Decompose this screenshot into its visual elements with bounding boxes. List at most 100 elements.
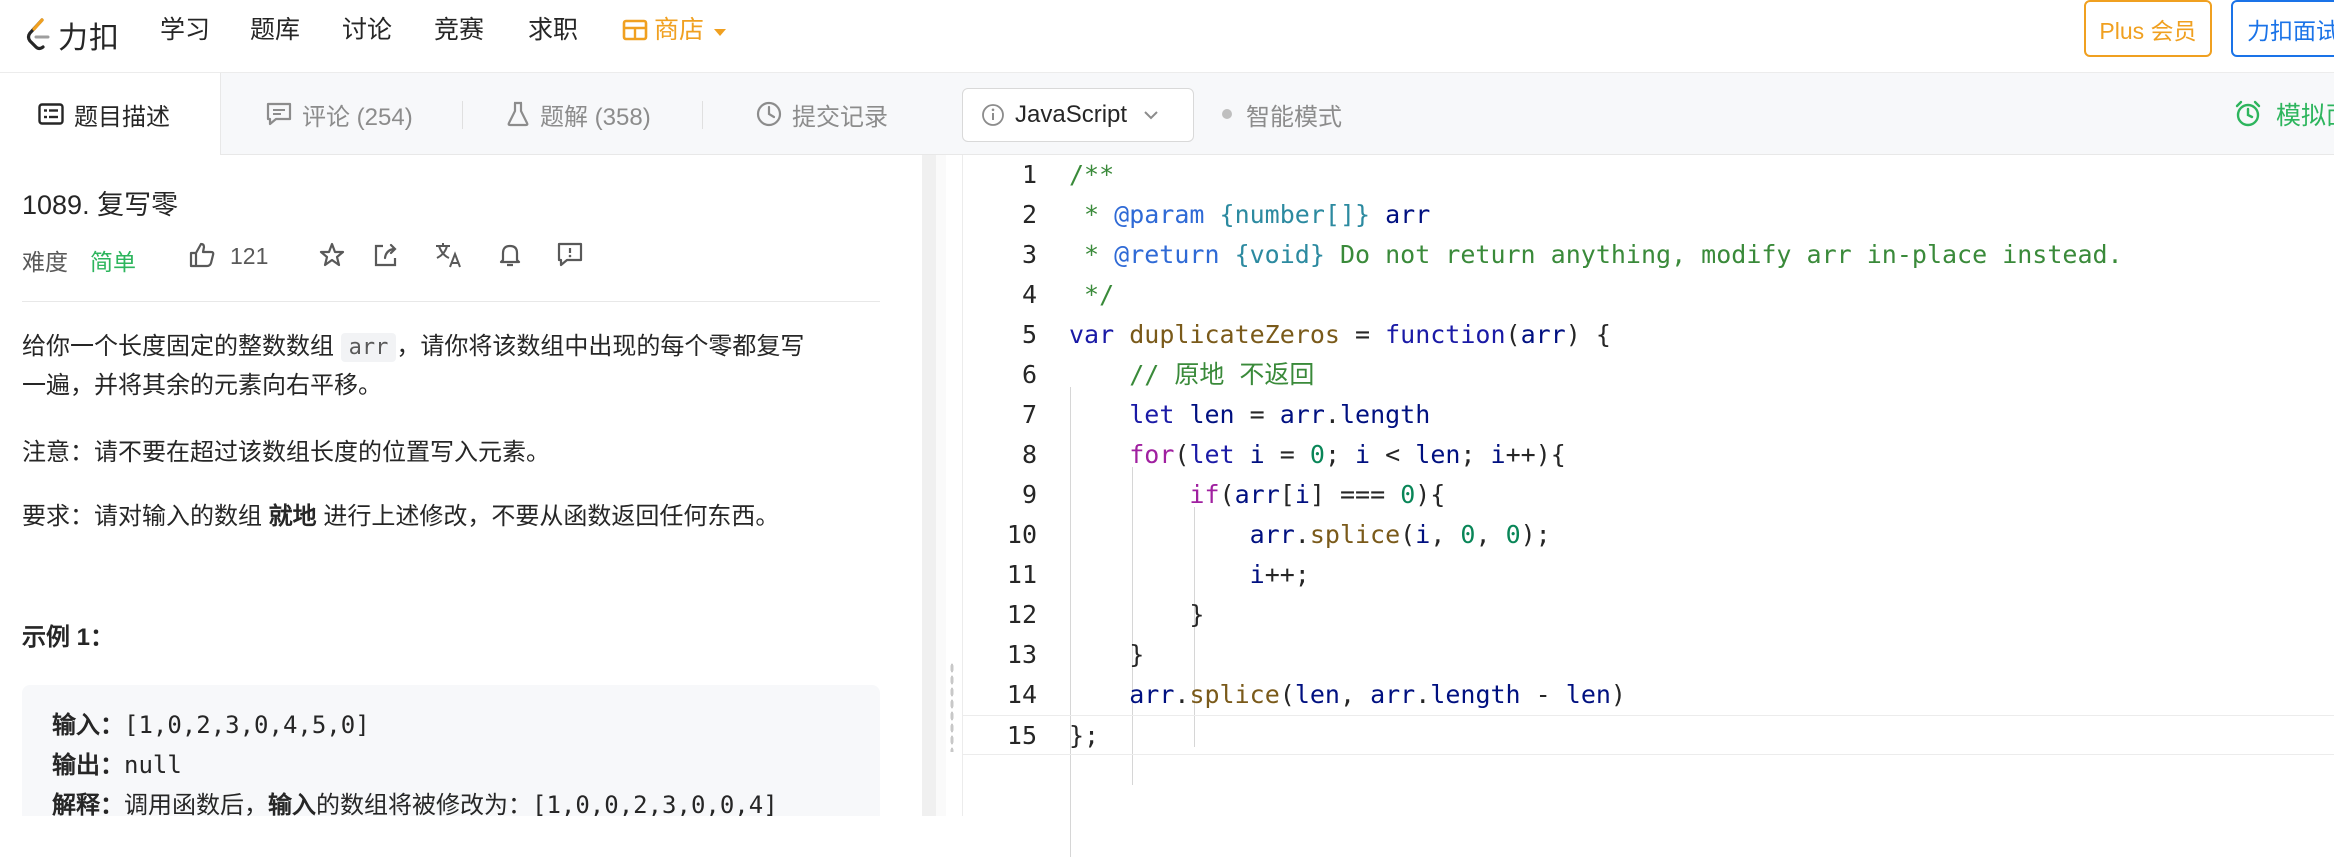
thumbs-up-icon[interactable] xyxy=(188,241,216,269)
nav-jobs[interactable]: 求职 xyxy=(528,12,578,48)
code-text: for(let i = 0; i < len; i++){ xyxy=(1129,440,1566,469)
logo-text: 力扣 xyxy=(58,22,120,55)
status-dot xyxy=(1222,109,1232,119)
problem-note: 注意：请不要在超过该数组长度的位置写入元素。 xyxy=(22,439,550,466)
code-line: 10 arr.splice(i, 0, 0); xyxy=(963,515,2334,555)
smart-mode-toggle[interactable]: 智能模式 xyxy=(1222,73,1342,155)
example-explanation-text: 的数组将被修改为： xyxy=(316,792,532,816)
code-text: } xyxy=(1069,600,1205,629)
line-number: 9 xyxy=(1021,480,1037,509)
tab-submissions[interactable]: 提交记录 xyxy=(756,73,888,155)
store-label: 商店 xyxy=(654,16,705,44)
code-line-current: 15}; xyxy=(963,715,2334,755)
language-label: JavaScript xyxy=(1015,101,1128,128)
tab-solutions-label: 题解 (358) xyxy=(540,103,651,131)
example-block: 输入：[1,0,2,3,0,4,5,0] 输出：null 解释：调用函数后，输入… xyxy=(22,685,880,816)
interview-button[interactable]: 力扣面试 xyxy=(2231,0,2334,57)
tab-solutions[interactable]: 题解 (358) xyxy=(506,73,651,155)
line-number: 11 xyxy=(1006,560,1037,589)
nav-problems[interactable]: 题库 xyxy=(250,12,300,48)
tab-description[interactable]: 题目描述 xyxy=(0,73,221,155)
line-number: 3 xyxy=(1021,240,1037,269)
panel-splitter[interactable] xyxy=(922,155,946,816)
line-number: 14 xyxy=(1006,680,1037,709)
example-output-value: null xyxy=(124,751,182,779)
line-number: 4 xyxy=(1021,280,1037,309)
share-icon[interactable] xyxy=(372,241,400,269)
example-explanation-emphasis: 输入 xyxy=(268,792,316,816)
line-number: 10 xyxy=(1006,520,1037,549)
tab-submissions-label: 提交记录 xyxy=(792,103,888,131)
divider xyxy=(22,301,880,302)
problem-requirement: 要求：请对输入的数组 就地 进行上述修改，不要从函数返回任何东西。 xyxy=(22,498,882,536)
code-text: */ xyxy=(1069,280,1115,309)
tab-comments[interactable]: 评论 (254) xyxy=(266,73,413,155)
code-line: 8 for(let i = 0; i < len; i++){ xyxy=(963,435,2334,475)
statement-text: ，请你将该数组中出现的每个零都复写 xyxy=(396,333,805,360)
example-input-label: 输入： xyxy=(52,712,124,739)
translate-icon[interactable] xyxy=(434,241,464,269)
line-number: 6 xyxy=(1021,360,1037,389)
drag-handle[interactable] xyxy=(950,662,954,752)
code-line: 2 * @param {number[]} arr xyxy=(963,195,2334,235)
info-icon xyxy=(982,104,1004,126)
code-text: * @return {void} Do not return anything,… xyxy=(1069,240,2123,269)
store-icon xyxy=(622,19,648,41)
clock-icon xyxy=(756,101,782,127)
requirement-text: 要求：请对输入的数组 xyxy=(22,503,269,530)
flask-icon xyxy=(507,101,529,127)
scrollbar-track[interactable] xyxy=(922,155,936,816)
mock-interview-button[interactable]: 模拟面试 xyxy=(2234,73,2334,155)
code-line: 6 // 原地 不返回 xyxy=(963,355,2334,395)
example-output-label: 输出： xyxy=(52,752,124,779)
problem-statement: 给你一个长度固定的整数数组 arr ，请你将该数组中出现的每个零都复写 一遍，并将… xyxy=(22,328,882,405)
code-text: * @param {number[]} arr xyxy=(1069,200,1431,229)
code-line: 3 * @return {void} Do not return anythin… xyxy=(963,235,2334,275)
problem-meta-bar: 难度 简单 121 xyxy=(22,237,882,277)
example-input-value: [1,0,2,3,0,4,5,0] xyxy=(124,711,370,739)
leetcode-logo[interactable]: 力扣 xyxy=(22,10,120,60)
nav-discuss[interactable]: 讨论 xyxy=(342,12,392,48)
mock-interview-label: 模拟面试 xyxy=(2276,102,2334,130)
code-text: // 原地 不返回 xyxy=(1069,360,1315,389)
code-text: }; xyxy=(1069,721,1100,750)
code-text: arr.splice(len, arr.length - len) xyxy=(1129,680,1626,709)
bell-icon[interactable] xyxy=(496,241,524,269)
smart-mode-label: 智能模式 xyxy=(1246,103,1342,131)
line-number: 5 xyxy=(1021,320,1037,349)
line-number: 2 xyxy=(1021,200,1037,229)
tab-divider xyxy=(702,101,703,129)
line-number: 7 xyxy=(1021,400,1037,429)
code-line: 4 */ xyxy=(963,275,2334,315)
comment-icon xyxy=(266,102,292,126)
code-editor[interactable]: 1 /** 2 * @param {number[]} arr 3 * @retu… xyxy=(962,155,2334,857)
top-nav: 力扣 学习 题库 讨论 竞赛 求职 商店 Plus 会员 力扣面试 xyxy=(0,0,2334,73)
like-count: 121 xyxy=(230,243,269,269)
tab-comments-label: 评论 (254) xyxy=(302,103,413,131)
star-icon[interactable] xyxy=(318,241,346,269)
problem-title: 1089. 复写零 xyxy=(22,190,179,220)
code-line: 1 /** xyxy=(963,155,2334,195)
nav-contest[interactable]: 竞赛 xyxy=(434,12,484,48)
leetcode-logo-icon xyxy=(26,18,50,51)
requirement-emphasis: 就地 xyxy=(268,503,317,530)
line-number: 15 xyxy=(1006,721,1037,750)
line-number: 12 xyxy=(1006,600,1037,629)
code-line: 7 let len = arr.length xyxy=(963,395,2334,435)
language-select[interactable]: JavaScript xyxy=(962,88,1194,142)
nav-store[interactable]: 商店 xyxy=(622,12,727,48)
difficulty-badge: 简单 xyxy=(90,249,136,275)
nav-learn[interactable]: 学习 xyxy=(160,12,210,48)
tab-divider xyxy=(462,101,463,129)
code-text: i++; xyxy=(1249,560,1310,589)
description-icon xyxy=(38,103,64,125)
feedback-icon[interactable] xyxy=(556,241,584,269)
example-explanation-label: 解释： xyxy=(52,792,124,816)
code-line: 14 arr.splice(len, arr.length - len) xyxy=(963,675,2334,715)
code-text: let len = arr.length xyxy=(1129,400,1431,429)
plus-member-button[interactable]: Plus 会员 xyxy=(2084,0,2212,57)
requirement-text: 进行上述修改，不要从函数返回任何东西。 xyxy=(316,503,780,530)
problem-description-panel: 1089. 复写零 难度 简单 121 给你一个长度固定的整数数组 arr ，请你… xyxy=(0,155,922,816)
code-line: 13 } xyxy=(963,635,2334,675)
code-text: arr.splice(i, 0, 0); xyxy=(1249,520,1551,549)
